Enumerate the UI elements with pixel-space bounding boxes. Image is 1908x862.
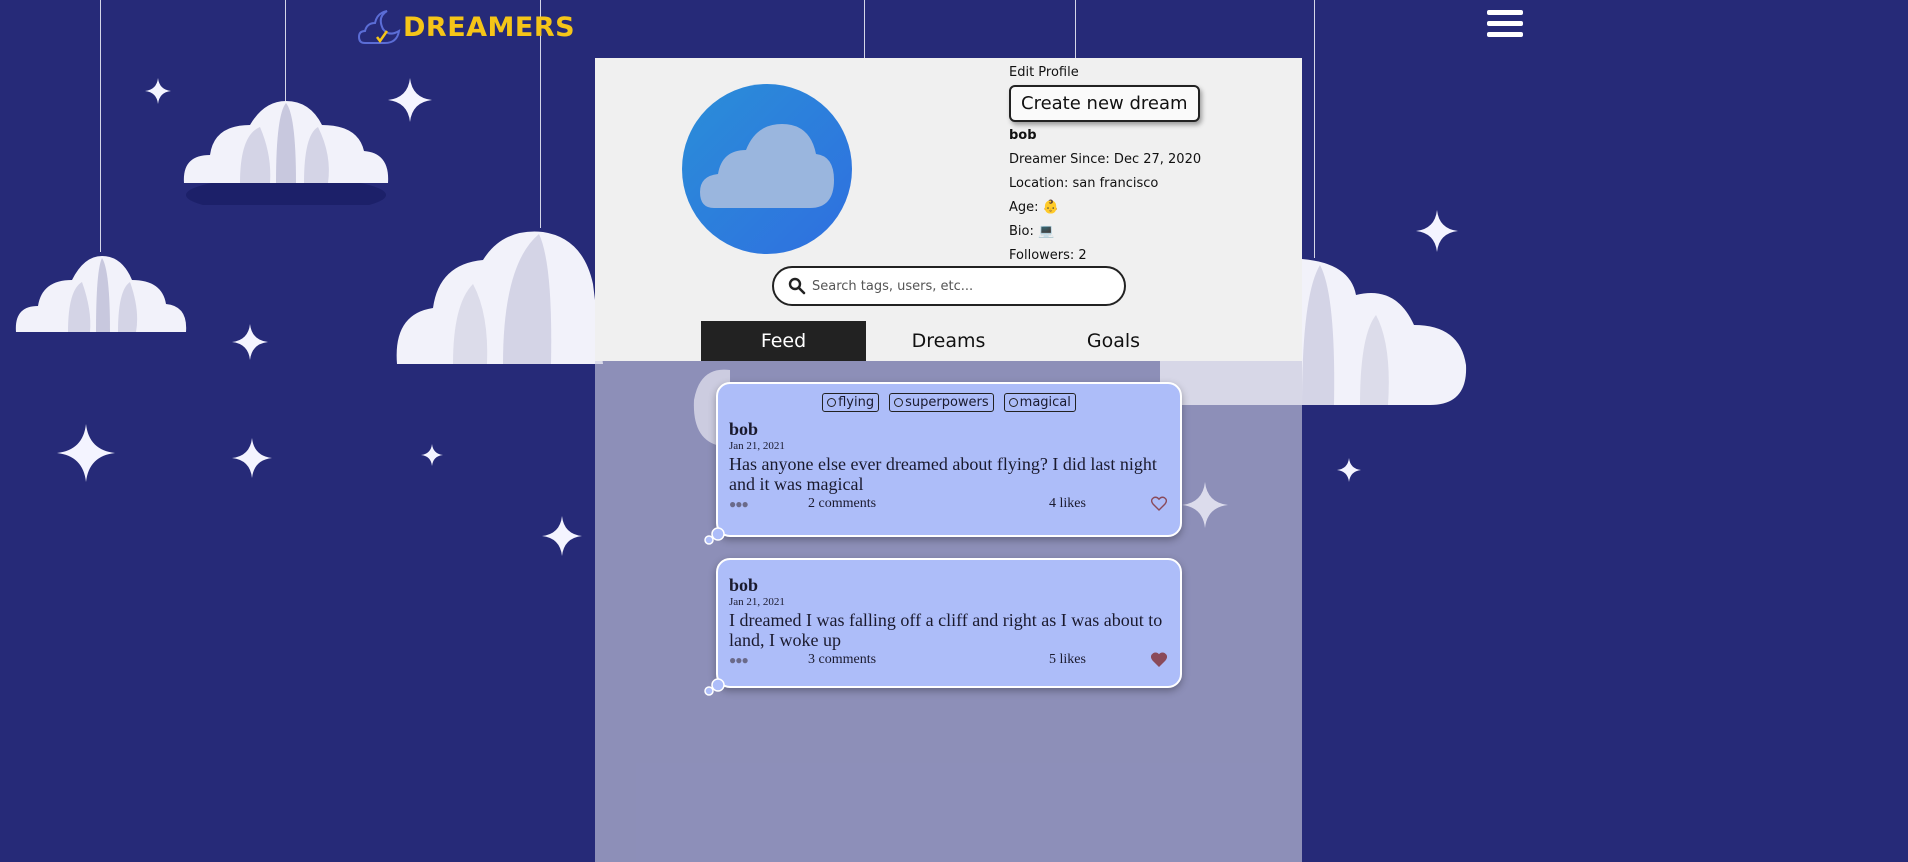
profile-username: bob	[1009, 128, 1037, 143]
hamburger-icon-bar	[1487, 32, 1523, 37]
search-icon	[788, 277, 806, 295]
hamburger-icon-bar	[1487, 21, 1523, 26]
profile-tabs: Feed Dreams Goals	[701, 321, 1196, 361]
comments-link[interactable]: 2 comments	[808, 496, 876, 512]
thought-bubble-icon	[704, 527, 725, 545]
hanging-string	[100, 0, 101, 252]
post-tags: flying superpowers magical	[718, 393, 1180, 412]
profile-panel: Edit Profile Create new dream bob Dreame…	[595, 58, 1302, 361]
star-decoration	[1337, 458, 1361, 482]
cloud-decoration	[183, 101, 389, 205]
post-footer: ●●● 3 comments 5 likes	[729, 650, 1169, 672]
brand-name: DREAMERS	[403, 11, 576, 43]
star-decoration	[232, 324, 268, 360]
edit-profile-link[interactable]: Edit Profile	[1009, 64, 1201, 82]
comments-link[interactable]: 3 comments	[808, 652, 876, 668]
star-decoration	[232, 438, 272, 478]
tag-label: superpowers	[905, 395, 989, 410]
tag-label: flying	[838, 395, 875, 410]
star-decoration	[388, 78, 432, 122]
tag-superpowers[interactable]: superpowers	[889, 393, 994, 412]
baby-emoji: 👶	[1042, 200, 1059, 215]
profile-location: Location: san francisco	[1009, 176, 1159, 191]
tag-dot-icon	[827, 398, 837, 407]
post-date: Jan 21, 2021	[729, 596, 785, 608]
tab-feed[interactable]: Feed	[701, 321, 866, 361]
bio-label: Bio:	[1009, 224, 1034, 239]
star-decoration	[421, 444, 443, 466]
hanging-string	[285, 0, 286, 104]
dream-post[interactable]: bob Jan 21, 2021 I dreamed I was falling…	[704, 558, 1182, 696]
dream-post[interactable]: flying superpowers magical bob Jan 21, 2…	[704, 382, 1182, 545]
tab-dreams[interactable]: Dreams	[866, 321, 1031, 361]
post-author[interactable]: bob	[729, 575, 1169, 596]
profile-age: Age: 👶	[1009, 196, 1201, 220]
create-dream-button[interactable]: Create new dream	[1009, 85, 1200, 122]
heart-outline-icon[interactable]	[1151, 496, 1167, 511]
post-date: Jan 21, 2021	[729, 440, 785, 452]
avatar[interactable]	[682, 84, 852, 254]
post-text: Has anyone else ever dreamed about flyin…	[729, 454, 1157, 494]
age-label: Age:	[1009, 200, 1039, 215]
profile-info: Edit Profile Create new dream bob Dreame…	[1009, 64, 1201, 268]
tag-dot-icon	[894, 398, 904, 407]
star-decoration	[57, 424, 115, 482]
tag-dot-icon	[1008, 398, 1018, 407]
post-footer: ●●● 2 comments 4 likes	[729, 494, 1169, 516]
hamburger-menu-button[interactable]	[1487, 10, 1523, 42]
dreamer-since: Dreamer Since: Dec 27, 2020	[1009, 152, 1202, 167]
post-text: I dreamed I was falling off a cliff and …	[729, 610, 1163, 650]
cloud-decoration	[396, 231, 603, 364]
search-input[interactable]	[810, 277, 1114, 295]
search-bar[interactable]	[772, 266, 1126, 306]
hamburger-icon	[1487, 10, 1523, 15]
tab-goals[interactable]: Goals	[1031, 321, 1196, 361]
likes-count: 5 likes	[1049, 652, 1086, 667]
followers-count: Followers: 2	[1009, 248, 1087, 263]
brand-logo[interactable]: DREAMERS	[357, 6, 575, 48]
star-decoration	[542, 516, 582, 556]
more-options-icon[interactable]: ●●●	[729, 653, 749, 668]
star-decoration	[1416, 210, 1458, 252]
more-options-icon[interactable]: ●●●	[729, 497, 749, 512]
tag-label: magical	[1019, 395, 1071, 410]
tag-flying[interactable]: flying	[822, 393, 880, 412]
likes-count: 4 likes	[1049, 496, 1086, 511]
star-decoration	[145, 78, 171, 104]
heart-filled-icon[interactable]	[1151, 652, 1167, 667]
post-author[interactable]: bob	[729, 419, 1169, 440]
tag-magical[interactable]: magical	[1003, 393, 1076, 412]
hanging-string	[1314, 0, 1315, 258]
moon-cloud-icon	[357, 10, 401, 44]
profile-bio: Bio: 💻	[1009, 220, 1201, 244]
cloud-decoration	[15, 256, 187, 332]
thought-bubble-icon	[704, 678, 725, 696]
cloud-icon	[700, 124, 834, 208]
hanging-string	[1075, 0, 1076, 58]
laptop-emoji: 💻	[1038, 224, 1055, 239]
hanging-string	[864, 0, 865, 58]
